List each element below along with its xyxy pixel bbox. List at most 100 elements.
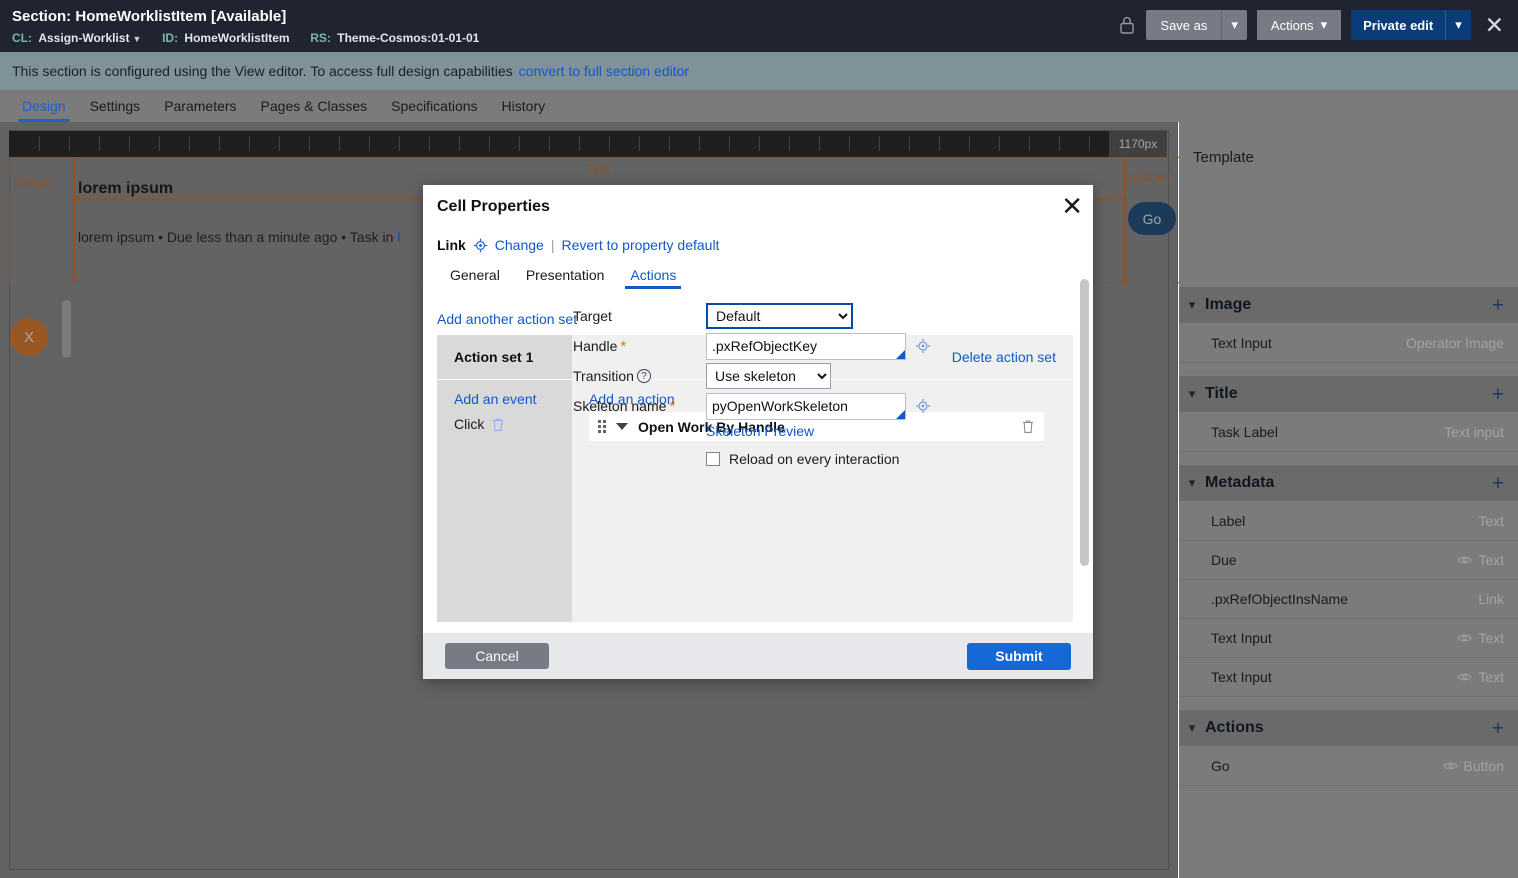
tab-parameters[interactable]: Parameters: [152, 98, 248, 122]
panel-row-type: Text: [1478, 513, 1504, 529]
chevron-down-icon[interactable]: ▾: [1179, 720, 1205, 736]
target-gear-icon[interactable]: [473, 238, 488, 253]
skeleton-target-picker-icon[interactable]: [915, 398, 931, 414]
panel-row-type-label: Button: [1463, 758, 1504, 774]
submit-button[interactable]: Submit: [967, 642, 1071, 670]
add-another-action-set-link[interactable]: Add another action set: [437, 311, 577, 327]
transition-select[interactable]: Use skeleton: [706, 363, 831, 389]
handle-target-picker-icon[interactable]: [915, 338, 931, 354]
chevron-down-icon[interactable]: ▾: [1179, 386, 1205, 402]
dialog-tab-general[interactable]: General: [437, 267, 513, 289]
class-value[interactable]: Assign-Worklist: [38, 31, 129, 45]
panel-row-type: Text: [1457, 669, 1504, 685]
private-edit-dropdown-button[interactable]: ▾: [1446, 10, 1471, 40]
target-select[interactable]: Default: [706, 303, 853, 329]
visibility-icon: [1457, 673, 1473, 681]
private-edit-button-group[interactable]: Private edit ▾: [1351, 10, 1471, 40]
chevron-down-icon[interactable]: ▾: [1179, 297, 1205, 313]
panel-row-pxrefobjectinsname[interactable]: .pxRefObjectInsName Link: [1179, 580, 1518, 619]
panel-group-actions[interactable]: ▾ Actions +: [1179, 709, 1518, 747]
tab-design[interactable]: Design: [10, 98, 78, 122]
convert-to-full-section-editor-link[interactable]: convert to full section editor: [519, 63, 689, 79]
trash-icon[interactable]: [491, 417, 505, 432]
save-as-button-group[interactable]: Save as ▾: [1146, 10, 1247, 40]
add-field-icon[interactable]: +: [1492, 384, 1504, 405]
dialog-tab-presentation[interactable]: Presentation: [513, 267, 618, 289]
dialog-tab-actions[interactable]: Actions: [617, 267, 689, 289]
cancel-button[interactable]: Cancel: [445, 643, 549, 669]
panel-row-label: Go: [1211, 758, 1230, 774]
panel-row-go[interactable]: Go Button: [1179, 747, 1518, 786]
separator: |: [550, 237, 555, 253]
chevron-down-icon: ▾: [1231, 17, 1238, 32]
visibility-icon: [1442, 762, 1458, 770]
add-an-event-link[interactable]: Add an event: [454, 391, 572, 407]
field-row-target: Target Default: [573, 301, 1043, 331]
panel-row-label: Task Label: [1211, 424, 1278, 440]
lock-icon: [1120, 16, 1135, 34]
dialog-close-icon[interactable]: ✕: [1061, 193, 1083, 219]
save-as-button[interactable]: Save as: [1146, 10, 1223, 40]
panel-row-type: Text: [1457, 630, 1504, 646]
panel-row-label[interactable]: Label Text: [1179, 502, 1518, 541]
caret-down-icon[interactable]: [616, 423, 628, 430]
dialog-tabs: General Presentation Actions: [437, 260, 689, 289]
class-key: CL:: [12, 31, 32, 45]
panel-row-image-text-input[interactable]: Text Input Operator Image: [1179, 324, 1518, 363]
skeleton-preview-link[interactable]: Skeleton Preview: [706, 423, 814, 439]
skeleton-name-input[interactable]: [706, 392, 906, 420]
event-row-click[interactable]: Click: [454, 416, 572, 432]
tab-settings[interactable]: Settings: [78, 98, 153, 122]
revert-to-property-default-link[interactable]: Revert to property default: [561, 237, 719, 253]
panel-row-task-label[interactable]: Task Label Text input: [1179, 413, 1518, 452]
dialog-scrollbar-thumb[interactable]: [1080, 279, 1089, 566]
tab-specifications[interactable]: Specifications: [379, 98, 489, 122]
panel-row-label: .pxRefObjectInsName: [1211, 591, 1348, 607]
panel-row-text-input-1[interactable]: Text Input Text: [1179, 619, 1518, 658]
panel-group-image[interactable]: ▾ Image +: [1179, 286, 1518, 324]
target-label: Target: [573, 308, 612, 324]
panel-row-type: Link: [1478, 591, 1504, 607]
private-edit-button[interactable]: Private edit: [1351, 10, 1447, 40]
panel-row-due[interactable]: Due Text: [1179, 541, 1518, 580]
panel-row-type-label: Text: [1478, 552, 1504, 568]
actions-button[interactable]: Actions ▾: [1256, 10, 1342, 40]
panel-group-metadata[interactable]: ▾ Metadata +: [1179, 464, 1518, 502]
events-column: Add an event Click: [437, 380, 572, 622]
save-as-dropdown-button[interactable]: ▾: [1222, 10, 1247, 40]
close-window-button[interactable]: ✕: [1481, 13, 1508, 37]
drag-handle-icon[interactable]: [598, 420, 606, 433]
chevron-down-icon[interactable]: ▾: [1179, 475, 1205, 491]
field-row-skeleton-name: Skeleton name *: [573, 391, 1043, 421]
dialog-body: Link Change | Revert to property default…: [423, 229, 1093, 633]
chevron-down-icon[interactable]: ▼: [132, 34, 141, 44]
app-header: Section: HomeWorklistItem [Available] CL…: [0, 0, 1518, 52]
panel-row-type-label: Text: [1478, 669, 1504, 685]
view-editor-notice: This section is configured using the Vie…: [0, 52, 1518, 90]
handle-input[interactable]: [706, 332, 906, 360]
add-field-icon[interactable]: +: [1492, 473, 1504, 494]
visibility-icon: [1457, 634, 1473, 642]
handle-label-text: Handle: [573, 338, 618, 354]
action-set-title: Action set 1: [437, 335, 572, 379]
panel-spacer: [1179, 363, 1518, 375]
section-name: HomeWorklistItem: [75, 8, 207, 25]
header-actions: Save as ▾ Actions ▾ Private edit ▾ ✕: [1118, 10, 1508, 40]
add-field-icon[interactable]: +: [1492, 295, 1504, 316]
panel-spacer: [1179, 452, 1518, 464]
reload-checkbox-label[interactable]: Reload on every interaction: [729, 451, 899, 467]
panel-row-text-input-2[interactable]: Text Input Text: [1179, 658, 1518, 697]
reload-checkbox[interactable]: [706, 452, 720, 466]
skeleton-name-label-text: Skeleton name: [573, 398, 667, 414]
properties-panel: Template ▾ Image + Text Input Operator I…: [1179, 122, 1518, 878]
trash-icon[interactable]: [1021, 419, 1035, 434]
panel-row-type: Button: [1442, 758, 1504, 774]
required-indicator: *: [669, 397, 676, 415]
add-field-icon[interactable]: +: [1492, 718, 1504, 739]
tab-history[interactable]: History: [490, 98, 558, 122]
skeleton-name-input-wrap: [706, 392, 906, 420]
tab-pages-and-classes[interactable]: Pages & Classes: [249, 98, 380, 122]
help-icon[interactable]: ?: [636, 369, 651, 383]
panel-group-title[interactable]: ▾ Title +: [1179, 375, 1518, 413]
change-property-link[interactable]: Change: [495, 237, 544, 253]
